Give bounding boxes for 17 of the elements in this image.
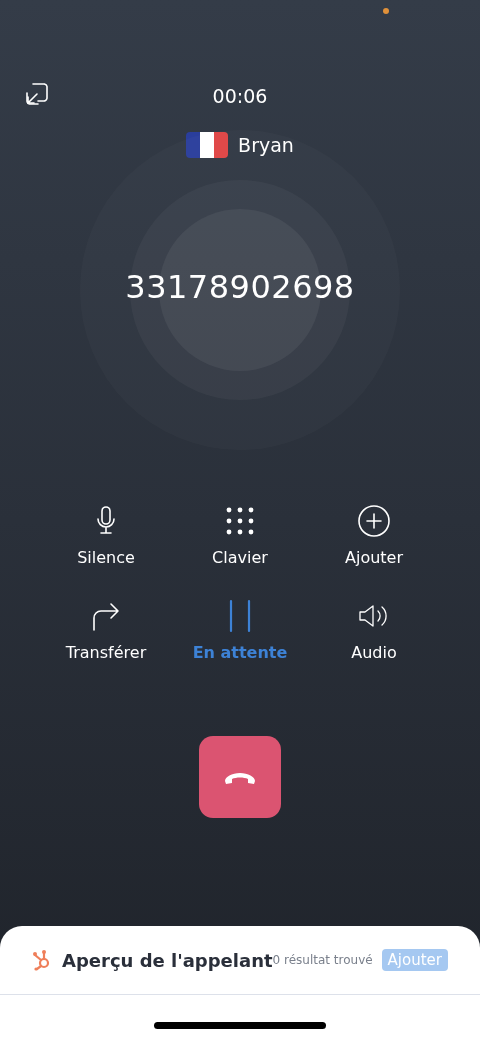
contact-name: Bryan (238, 134, 294, 156)
minimize-icon[interactable] (25, 82, 49, 106)
status-dot (383, 8, 389, 14)
add-icon (357, 504, 391, 538)
call-action-button[interactable]: Ajouter (307, 504, 441, 567)
call-action-button[interactable]: Transférer (39, 599, 173, 662)
hang-up-button[interactable] (199, 736, 281, 818)
call-action-button[interactable]: En attente (173, 599, 307, 662)
flag-icon (186, 132, 229, 158)
panel-title: Aperçu de l'appelant (62, 949, 273, 971)
call-timer: 00:06 (212, 85, 268, 107)
phone-number: 33178902698 (124, 268, 356, 306)
call-action-button[interactable]: Audio (307, 599, 441, 662)
call-action-button[interactable]: Clavier (173, 504, 307, 567)
call-action-button[interactable]: Silence (39, 504, 173, 567)
hub-logo-icon (32, 949, 52, 971)
result-count: 0 résultat trouvé (272, 953, 373, 967)
